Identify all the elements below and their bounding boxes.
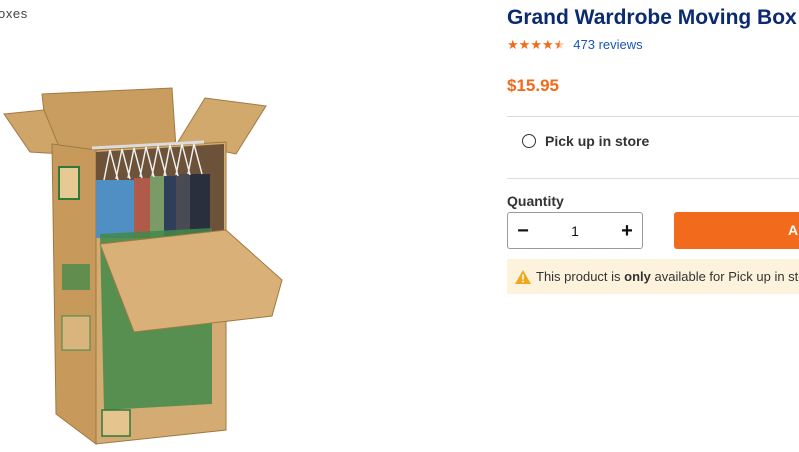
increment-button[interactable]: + (612, 214, 642, 248)
warning-icon (515, 269, 531, 284)
breadcrumb[interactable]: oxes (0, 6, 28, 21)
quantity-stepper: − 1 + (507, 212, 643, 249)
pickup-label[interactable]: Pick up in store (545, 133, 649, 149)
rating-stars: ★ ★ ★ ★ ★ (507, 36, 566, 52)
pickup-option[interactable]: Pick up in store (522, 133, 649, 149)
add-to-cart-button[interactable]: A (674, 212, 799, 249)
quantity-label: Quantity (507, 193, 564, 209)
reviews-link[interactable]: 473 reviews (573, 37, 642, 52)
star-icon: ★ (507, 36, 519, 52)
star-icon: ★ (530, 36, 542, 52)
half-star-icon: ★ (553, 36, 566, 52)
product-price: $15.95 (507, 76, 559, 95)
availability-notice: This product is only available for Pick … (507, 259, 799, 294)
product-title: Grand Wardrobe Moving Box (507, 6, 797, 29)
star-icon: ★ (518, 36, 531, 52)
notice-text: This product is only available for Pick … (536, 269, 799, 284)
divider (507, 178, 799, 179)
decrement-button[interactable]: − (508, 214, 538, 248)
quantity-input[interactable]: 1 (571, 223, 579, 239)
rating: ★ ★ ★ ★ ★ 473 reviews (507, 37, 643, 52)
notice-emphasis: only (624, 269, 651, 284)
star-icon: ★ (541, 36, 554, 52)
divider (507, 116, 799, 117)
pickup-radio[interactable] (522, 134, 536, 148)
wardrobe-box-image (3, 87, 283, 445)
